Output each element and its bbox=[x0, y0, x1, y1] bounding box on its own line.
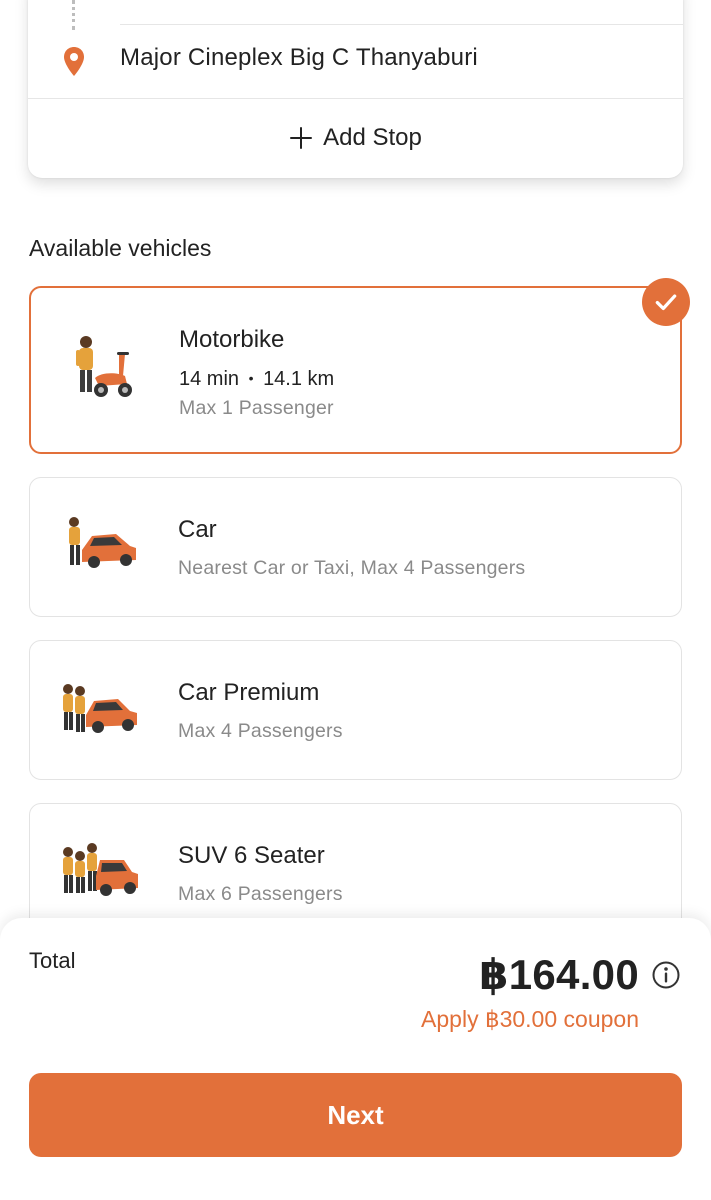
next-button[interactable]: Next bbox=[29, 1073, 682, 1157]
page: Major Cineplex Big C Thanyaburi Add Stop… bbox=[0, 0, 711, 1200]
vehicle-option-car[interactable]: Car Nearest Car or Taxi, Max 4 Passenger… bbox=[29, 477, 682, 617]
selected-check-badge bbox=[642, 278, 690, 326]
route-dotted-line bbox=[72, 0, 75, 30]
destination-text[interactable]: Major Cineplex Big C Thanyaburi bbox=[120, 44, 478, 72]
vehicle-name: SUV 6 Seater bbox=[178, 842, 325, 869]
section-title: Available vehicles bbox=[29, 235, 212, 261]
vehicle-subtitle: Max 1 Passenger bbox=[179, 397, 334, 419]
checkout-bottom-sheet: Total ฿164.00 Apply ฿30.00 coupon Next bbox=[0, 918, 711, 1200]
suv-illustration bbox=[63, 843, 138, 896]
route-card: Major Cineplex Big C Thanyaburi Add Stop bbox=[28, 0, 683, 178]
vehicle-subtitle: Max 4 Passengers bbox=[178, 720, 343, 742]
vehicle-subtitle: Nearest Car or Taxi, Max 4 Passengers bbox=[178, 557, 526, 579]
vehicle-name: Car bbox=[178, 516, 217, 543]
vehicle-subtitle: Max 6 Passengers bbox=[178, 883, 343, 905]
vehicle-name: Car Premium bbox=[178, 679, 320, 706]
vehicle-option-car-premium[interactable]: Car Premium Max 4 Passengers bbox=[29, 640, 682, 780]
car-premium-illustration bbox=[63, 684, 137, 733]
vehicle-name: Motorbike bbox=[179, 326, 285, 353]
vehicle-option-motorbike[interactable]: Motorbike 14 min • 14.1 km Max 1 Passeng… bbox=[29, 278, 690, 454]
divider bbox=[120, 24, 683, 25]
total-label: Total bbox=[29, 948, 76, 973]
info-icon[interactable] bbox=[651, 960, 681, 990]
car-illustration bbox=[69, 517, 136, 568]
vehicle-eta-distance: 14 min • 14.1 km bbox=[179, 368, 334, 391]
checkmark-icon bbox=[655, 294, 677, 311]
vehicle-eta: 14 min bbox=[179, 368, 240, 390]
total-price: ฿164.00 bbox=[479, 951, 639, 998]
add-stop-button[interactable]: Add Stop bbox=[28, 98, 683, 178]
motorbike-illustration bbox=[76, 336, 132, 397]
plus-icon bbox=[290, 127, 313, 149]
add-stop-label: Add Stop bbox=[323, 124, 422, 151]
location-pin-icon bbox=[64, 47, 84, 76]
meta-separator: • bbox=[248, 370, 254, 386]
apply-coupon-link[interactable]: Apply ฿30.00 coupon bbox=[421, 1006, 639, 1033]
vehicle-distance: 14.1 km bbox=[263, 368, 335, 390]
